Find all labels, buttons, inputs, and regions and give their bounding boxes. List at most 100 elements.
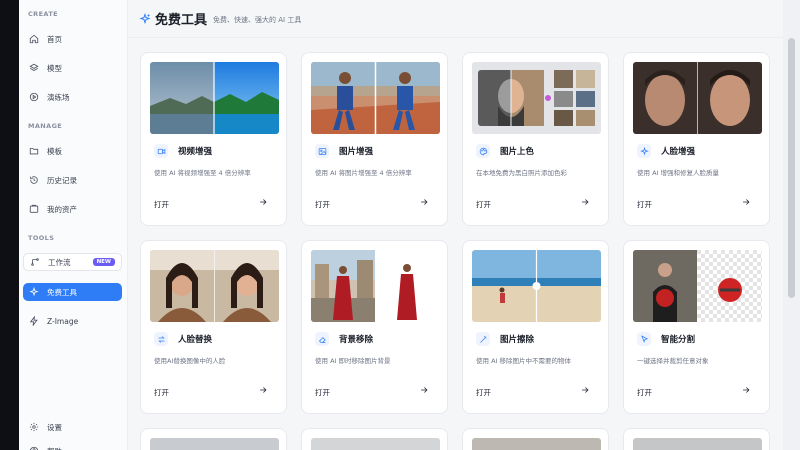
sidebar-item-help[interactable]: 帮助 <box>23 442 122 450</box>
tool-card-face-swap[interactable]: 人脸替换 使用AI替换图像中的人脸 打开 <box>140 240 287 414</box>
open-button[interactable]: 打开 <box>476 199 491 210</box>
arrow-right-icon[interactable] <box>419 385 429 395</box>
tool-card-image-enhance[interactable]: 图片增强 使用 AI 将图片增强至 4 倍分辨率 打开 <box>301 52 448 226</box>
tool-card-smart-segmentation[interactable]: 智能分割 一键选择并裁剪任意对象 打开 <box>623 240 770 414</box>
card-description: 一键选择并裁剪任意对象 <box>637 357 709 365</box>
sidebar-item-free-tools[interactable]: 免费工具 <box>23 283 122 301</box>
arrow-right-icon[interactable] <box>580 385 590 395</box>
card-title: 背景移除 <box>339 335 374 345</box>
sidebar-item-z-image[interactable]: Z-Image <box>23 312 122 330</box>
card-thumbnail <box>150 438 279 450</box>
card-description: 使用 AI 将图片增强至 4 倍分辨率 <box>315 169 412 177</box>
assets-icon <box>29 204 39 213</box>
sidebar-item-label: 首页 <box>47 34 62 44</box>
sidebar-item-label: 历史记录 <box>47 175 77 185</box>
card-title: 人脸替换 <box>178 335 213 345</box>
card-thumbnail <box>472 438 601 450</box>
cursor-icon <box>637 332 651 346</box>
sidebar-item-playground[interactable]: 演练场 <box>23 88 122 106</box>
left-edge-strip <box>0 0 19 450</box>
palette-icon <box>476 144 490 158</box>
card-thumbnail <box>633 438 762 450</box>
card-title: 图片增强 <box>339 147 374 157</box>
home-icon <box>29 34 39 44</box>
open-button[interactable]: 打开 <box>154 387 169 398</box>
sidebar-item-home[interactable]: 首页 <box>23 30 122 48</box>
sidebar-item-assets[interactable]: 我的资产 <box>23 200 122 218</box>
arrow-right-icon[interactable] <box>258 197 268 207</box>
card-title: 图片擦除 <box>500 335 535 345</box>
new-badge: NEW <box>92 258 115 266</box>
sidebar-item-label: 工作流 <box>48 257 71 267</box>
image-enhance-thumbnail <box>311 62 440 134</box>
wand-icon <box>476 332 490 346</box>
page-header: 免费工具 免费、快速、强大的 AI 工具 <box>128 0 783 38</box>
section-label-manage: MANAGE <box>28 122 63 130</box>
sidebar: CREATE 首页 模型 演练场 MANAGE 模板 历史记录 我的资产 TOO… <box>19 0 128 450</box>
tool-card-background-removal[interactable]: 背景移除 使用 AI 即时移除图片背景 打开 <box>301 240 448 414</box>
sidebar-item-history[interactable]: 历史记录 <box>23 171 122 189</box>
arrow-right-icon[interactable] <box>580 197 590 207</box>
help-icon <box>29 446 39 450</box>
smart-segmentation-thumbnail <box>633 250 762 322</box>
card-description: 使用 AI 移除图片中不需要的物体 <box>476 357 571 365</box>
card-description: 使用 AI 将视频增强至 4 倍分辨率 <box>154 169 251 177</box>
arrow-right-icon[interactable] <box>741 197 751 207</box>
image-icon <box>315 144 329 158</box>
history-icon <box>30 176 38 184</box>
arrow-right-icon[interactable] <box>258 385 268 395</box>
face-swap-thumbnail <box>150 250 279 322</box>
swap-icon <box>154 332 168 346</box>
face-enhance-thumbnail <box>633 62 762 134</box>
tool-card-object-eraser[interactable]: 图片擦除 使用 AI 移除图片中不需要的物体 打开 <box>462 240 609 414</box>
tool-card-video-enhance[interactable]: 视频增强 使用 AI 将视频增强至 4 倍分辨率 打开 <box>140 52 287 226</box>
open-button[interactable]: 打开 <box>315 199 330 210</box>
sidebar-item-label: 演练场 <box>47 92 70 102</box>
video-icon <box>154 144 168 158</box>
object-eraser-thumbnail <box>472 250 601 322</box>
tool-card-face-enhance[interactable]: 人脸增强 使用 AI 增强和修复人脸质量 打开 <box>623 52 770 226</box>
open-button[interactable]: 打开 <box>637 199 652 210</box>
video-enhance-thumbnail <box>150 62 279 134</box>
tool-card-partial[interactable] <box>623 428 770 450</box>
tool-card-partial[interactable] <box>462 428 609 450</box>
sidebar-item-models[interactable]: 模型 <box>23 59 122 77</box>
sparkle-icon <box>29 287 39 297</box>
open-button[interactable]: 打开 <box>637 387 652 398</box>
open-button[interactable]: 打开 <box>476 387 491 398</box>
sidebar-item-settings[interactable]: 设置 <box>23 418 122 436</box>
scrollbar-thumb[interactable] <box>788 38 795 298</box>
section-label-tools: TOOLS <box>28 234 55 242</box>
tool-card-partial[interactable] <box>140 428 287 450</box>
card-description: 使用 AI 即时移除图片背景 <box>315 357 391 365</box>
card-description: 使用AI替换图像中的人脸 <box>154 357 226 365</box>
card-title: 智能分割 <box>661 335 696 345</box>
card-description: 在本地免费为黑白照片添加色彩 <box>476 169 567 177</box>
workflow-icon <box>31 258 39 266</box>
card-title: 视频增强 <box>178 147 213 157</box>
sidebar-item-label: 免费工具 <box>47 287 77 297</box>
gear-icon <box>29 422 39 432</box>
arrow-right-icon[interactable] <box>419 197 429 207</box>
card-title: 人脸增强 <box>661 147 696 157</box>
main-content: 免费工具 免费、快速、强大的 AI 工具 视频增强 使用 AI 将视频增强至 4… <box>128 0 783 450</box>
open-button[interactable]: 打开 <box>154 199 169 210</box>
scrollbar-track[interactable] <box>783 0 800 450</box>
sidebar-item-templates[interactable]: 模板 <box>23 142 122 160</box>
colorize-thumbnail <box>472 62 601 134</box>
arrow-right-icon[interactable] <box>741 385 751 395</box>
sidebar-item-label: 模板 <box>47 146 62 156</box>
tool-card-colorize[interactable]: 图片上色 在本地免费为黑白照片添加色彩 打开 <box>462 52 609 226</box>
card-description: 使用 AI 增强和修复人脸质量 <box>637 169 719 177</box>
sidebar-item-label: 模型 <box>47 63 62 73</box>
lightning-icon <box>29 316 38 326</box>
play-circle-icon <box>29 92 39 102</box>
sidebar-item-workflow[interactable]: 工作流 NEW <box>23 253 122 271</box>
sidebar-item-label: Z-Image <box>47 316 79 326</box>
tool-card-partial[interactable] <box>301 428 448 450</box>
sparkle-icon <box>637 144 651 158</box>
open-button[interactable]: 打开 <box>315 387 330 398</box>
eraser-icon <box>315 332 329 346</box>
layers-icon <box>29 63 39 71</box>
section-label-create: CREATE <box>28 10 59 18</box>
